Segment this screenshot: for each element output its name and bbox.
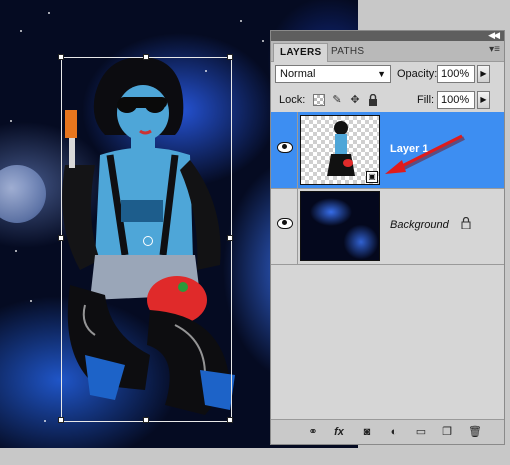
smart-object-badge: ▣ xyxy=(366,171,378,183)
blend-mode-select[interactable]: Normal ▼ xyxy=(275,65,391,83)
layer-name[interactable]: Background xyxy=(390,219,449,231)
opacity-slider-button[interactable]: ▶ xyxy=(477,65,490,83)
layer-thumbnail[interactable] xyxy=(300,191,380,261)
lock-all-icon[interactable] xyxy=(367,93,379,106)
transform-handle-bottom-left[interactable] xyxy=(58,417,64,423)
panel-titlebar[interactable]: ◀◀ xyxy=(271,30,504,41)
fx-icon[interactable]: fx xyxy=(331,424,347,440)
group-folder-icon[interactable]: ▭ xyxy=(413,424,429,440)
blend-row: Normal ▼ Opacity: 100% ▶ xyxy=(271,62,504,88)
layer-row-background[interactable]: Background xyxy=(271,188,504,265)
transform-handle-right[interactable] xyxy=(227,235,233,241)
tab-paths[interactable]: PATHS xyxy=(325,43,370,61)
collapse-icon[interactable]: ◀◀ xyxy=(488,30,500,41)
lock-transparent-icon[interactable] xyxy=(313,94,325,106)
visibility-toggle[interactable] xyxy=(271,188,298,264)
layers-panel: ◀◀ LAYERS PATHS ▾≡ Normal ▼ Opacity: 100… xyxy=(270,30,505,445)
transform-handle-bottom[interactable] xyxy=(143,417,149,423)
opacity-field[interactable]: 100% xyxy=(437,65,475,83)
trash-icon[interactable]: 🗑 xyxy=(467,424,483,440)
fill-label: Fill: xyxy=(417,94,435,106)
fill-field[interactable]: 100% xyxy=(437,91,475,109)
transform-handle-left[interactable] xyxy=(58,235,64,241)
blend-mode-value: Normal xyxy=(280,68,316,80)
layer-thumbnail[interactable]: ▣ xyxy=(300,115,380,185)
annotation-arrow xyxy=(385,134,465,174)
opacity-label: Opacity: xyxy=(397,68,438,80)
adjustment-icon[interactable]: ◐ xyxy=(386,424,402,440)
transform-handle-top-left[interactable] xyxy=(58,54,64,60)
chevron-down-icon: ▼ xyxy=(377,69,386,79)
transform-handle-bottom-right[interactable] xyxy=(227,417,233,423)
panel-tabbar: LAYERS PATHS ▾≡ xyxy=(271,41,504,62)
new-layer-icon[interactable]: ❐ xyxy=(439,424,455,440)
moon-graphic xyxy=(0,165,46,223)
transform-handle-top-right[interactable] xyxy=(227,54,233,60)
eye-icon xyxy=(277,218,293,229)
fill-slider-button[interactable]: ▶ xyxy=(477,91,490,109)
lock-row: Lock: ✎ ✥ Fill: 100% ▶ xyxy=(271,88,504,113)
visibility-toggle[interactable] xyxy=(271,112,298,188)
panel-footer: ⚭ fx ◙ ◐ ▭ ❐ 🗑 xyxy=(271,419,504,444)
transform-pivot-point[interactable] xyxy=(143,236,153,246)
panel-menu-icon[interactable]: ▾≡ xyxy=(489,44,500,55)
lock-label: Lock: xyxy=(279,94,306,106)
mask-icon[interactable]: ◙ xyxy=(359,424,375,440)
lock-move-icon[interactable]: ✥ xyxy=(349,94,361,106)
lock-paint-icon[interactable]: ✎ xyxy=(331,94,343,106)
eye-icon xyxy=(277,142,293,153)
workspace-bottom xyxy=(0,448,510,465)
transform-handle-top[interactable] xyxy=(143,54,149,60)
link-icon[interactable]: ⚭ xyxy=(305,424,321,440)
tab-layers[interactable]: LAYERS xyxy=(273,43,329,62)
lock-icon xyxy=(461,216,471,232)
